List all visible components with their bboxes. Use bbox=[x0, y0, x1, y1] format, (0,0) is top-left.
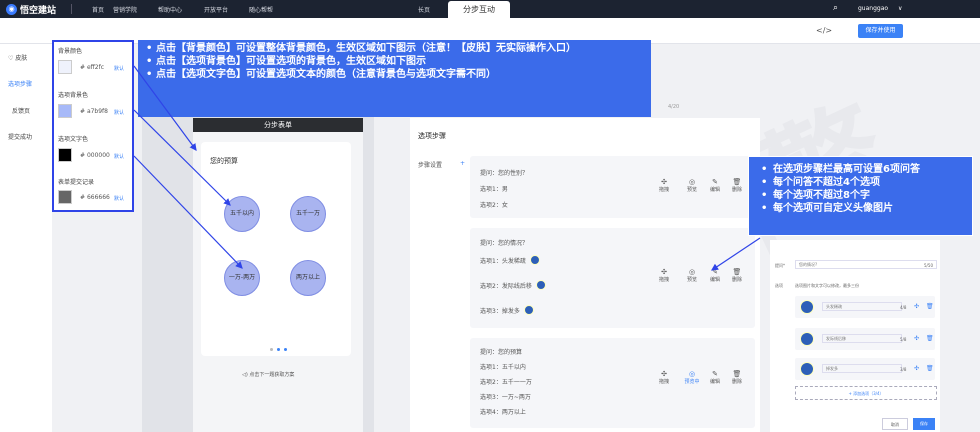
arrow bbox=[133, 109, 231, 206]
arrow bbox=[133, 65, 197, 151]
arrow bbox=[711, 237, 761, 271]
arrow bbox=[133, 155, 243, 269]
annotation-arrows bbox=[133, 65, 761, 271]
